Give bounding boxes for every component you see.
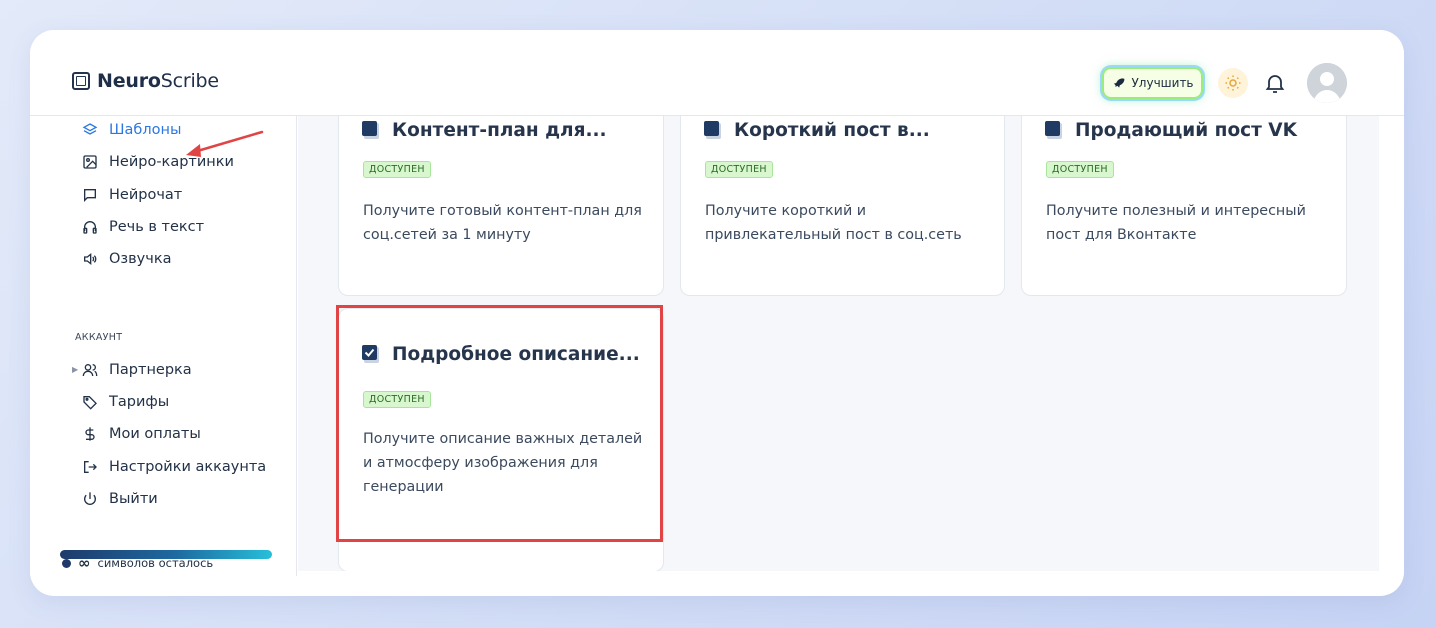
layers-icon bbox=[82, 122, 98, 138]
card-title: Контент-план для... bbox=[361, 119, 607, 141]
logo[interactable]: NeuroScribe bbox=[72, 70, 219, 92]
card-description: Получите описание важных деталей и атмос… bbox=[363, 431, 643, 495]
sidebar-item-label: Партнерка bbox=[109, 362, 192, 378]
sidebar-item-account-settings[interactable]: Настройки аккаунта bbox=[82, 459, 266, 475]
card-description: Получите короткий и привлекательный пост… bbox=[705, 203, 962, 243]
theme-toggle-button[interactable] bbox=[1218, 68, 1248, 98]
sidebar-item-label: Настройки аккаунта bbox=[109, 459, 267, 475]
templates-grid: Контент-план для... ДОСТУПЕН Получите го… bbox=[298, 116, 1379, 571]
card-title: Короткий пост в... bbox=[703, 119, 930, 141]
logout-arrow-icon bbox=[82, 459, 98, 475]
sidebar-item-label: Выйти bbox=[109, 491, 158, 507]
expand-caret-icon[interactable]: ▶ bbox=[72, 365, 78, 374]
sun-icon bbox=[1225, 75, 1241, 91]
status-badge: ДОСТУПЕН bbox=[363, 391, 431, 408]
sidebar-item-voiceover[interactable]: Озвучка bbox=[82, 251, 171, 267]
image-icon bbox=[82, 154, 98, 170]
status-badge: ДОСТУПЕН bbox=[1046, 161, 1114, 178]
headphones-icon bbox=[82, 219, 98, 235]
sidebar-item-partner[interactable]: Партнерка bbox=[82, 362, 192, 378]
checkbox-doc-icon bbox=[361, 343, 383, 365]
sidebar-item-label: Шаблоны bbox=[109, 122, 182, 138]
status-badge: ДОСТУПЕН bbox=[363, 161, 431, 178]
rocket-icon bbox=[1114, 78, 1125, 88]
logo-text: NeuroScribe bbox=[97, 70, 219, 92]
status-dot bbox=[62, 558, 71, 568]
sidebar-item-label: Тарифы bbox=[109, 394, 170, 410]
logo-icon bbox=[72, 72, 90, 90]
template-card-detailed-description[interactable]: Подробное описание... ДОСТУПЕН Получите … bbox=[338, 308, 664, 571]
status-badge: ДОСТУПЕН bbox=[705, 161, 773, 178]
card-title: Продающий пост VK bbox=[1044, 119, 1297, 141]
sidebar-item-label: Озвучка bbox=[109, 251, 172, 267]
avatar[interactable] bbox=[1307, 63, 1347, 103]
sidebar-item-payments[interactable]: Мои оплаты bbox=[82, 426, 201, 442]
template-icon bbox=[1044, 119, 1066, 141]
power-icon bbox=[82, 491, 98, 507]
bell-icon[interactable] bbox=[1263, 71, 1287, 95]
avatar-silhouette bbox=[1307, 63, 1347, 103]
arrow-annotation-icon bbox=[186, 130, 264, 157]
speaker-icon bbox=[82, 251, 98, 267]
sidebar-item-neurochat[interactable]: Нейрочат bbox=[82, 187, 182, 203]
card-title: Подробное описание... bbox=[361, 343, 640, 365]
sidebar-item-speech-to-text[interactable]: Речь в текст bbox=[82, 219, 204, 235]
sidebar-item-tariffs[interactable]: Тарифы bbox=[82, 394, 169, 410]
sidebar-item-logout[interactable]: Выйти bbox=[82, 491, 158, 507]
card-description: Получите готовый контент-план для соц.се… bbox=[363, 203, 642, 243]
upgrade-label: Улучшить bbox=[1131, 76, 1194, 90]
card-description: Получите полезный и интересный пост для … bbox=[1046, 203, 1306, 243]
template-card-content-plan[interactable]: Контент-план для... ДОСТУПЕН Получите го… bbox=[338, 116, 664, 296]
dollar-icon bbox=[82, 426, 98, 442]
section-label-account: АККАУНТ bbox=[75, 332, 123, 343]
app-window: NeuroScribe Улучшить Шаблоны Нейро-карти… bbox=[30, 30, 1404, 596]
sidebar-item-label: Нейрочат bbox=[109, 187, 183, 203]
sidebar-item-templates[interactable]: Шаблоны bbox=[82, 122, 181, 138]
template-icon bbox=[361, 119, 383, 141]
sidebar-item-label: Мои оплаты bbox=[109, 426, 201, 442]
template-card-short-post[interactable]: Короткий пост в... ДОСТУПЕН Получите кор… bbox=[680, 116, 1005, 296]
sidebar-item-label: Речь в текст bbox=[109, 219, 205, 235]
symbols-progress-bar bbox=[60, 550, 272, 559]
users-icon bbox=[82, 362, 98, 378]
tag-icon bbox=[82, 394, 98, 410]
template-icon bbox=[703, 119, 725, 141]
upgrade-button[interactable]: Улучшить bbox=[1102, 67, 1203, 99]
template-card-vk-post[interactable]: Продающий пост VK ДОСТУПЕН Получите поле… bbox=[1021, 116, 1347, 296]
top-header: NeuroScribe Улучшить bbox=[30, 30, 1404, 116]
chat-icon bbox=[82, 187, 98, 203]
sidebar: Шаблоны Нейро-картинки Нейрочат Речь в т… bbox=[30, 116, 297, 576]
